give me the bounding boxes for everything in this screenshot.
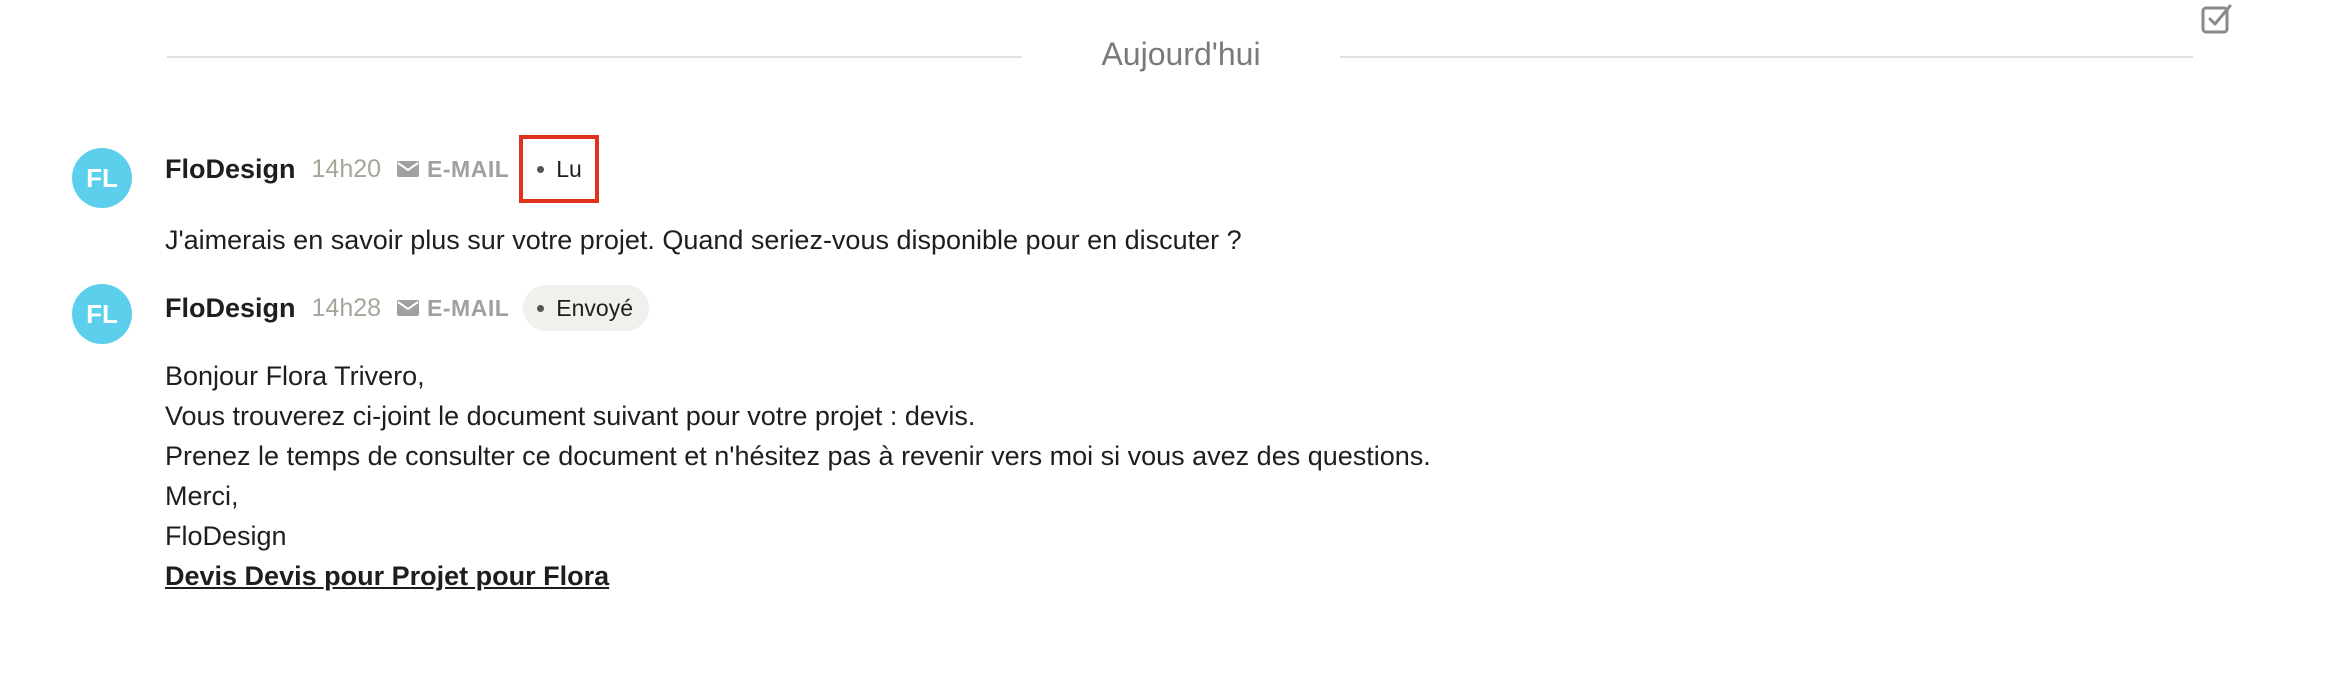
- message-line: Bonjour Flora Trivero,: [165, 361, 425, 391]
- status-text: Lu: [556, 155, 582, 182]
- date-divider: Aujourd'hui: [167, 28, 2193, 78]
- status-badge[interactable]: Envoyé: [523, 285, 649, 331]
- mail-icon: [397, 161, 420, 177]
- message-header: FloDesign 14h28 E-MAIL Envoyé: [165, 283, 649, 333]
- channel-label: E-MAIL: [397, 156, 509, 183]
- sender-name: FloDesign: [165, 153, 296, 184]
- message-time: 14h20: [311, 154, 382, 183]
- status-dot: [537, 304, 545, 312]
- message-time: 14h28: [311, 293, 382, 322]
- message-line: J'aimerais en savoir plus sur votre proj…: [165, 225, 1242, 255]
- message-header: FloDesign 14h20 E-MAIL Lu: [165, 135, 600, 203]
- divider-line-left: [167, 56, 1022, 58]
- sender-name: FloDesign: [165, 292, 296, 323]
- message-line: Merci,: [165, 481, 239, 511]
- status-badge[interactable]: Lu: [519, 135, 600, 203]
- message-line: Vous trouverez ci-joint le document suiv…: [165, 401, 976, 431]
- status-text: Envoyé: [556, 294, 633, 321]
- message-line: FloDesign: [165, 521, 287, 551]
- avatar: FL: [72, 148, 132, 208]
- avatar: FL: [72, 284, 132, 344]
- attachment-link[interactable]: Devis Devis pour Projet pour Flora: [165, 561, 609, 591]
- date-divider-label: Aujourd'hui: [1101, 36, 1261, 72]
- message-body: J'aimerais en savoir plus sur votre proj…: [165, 220, 1242, 260]
- message-body: Bonjour Flora Trivero, Vous trouverez ci…: [165, 356, 1431, 596]
- mail-icon: [397, 300, 420, 316]
- channel-text: E-MAIL: [427, 294, 510, 321]
- message-line: Prenez le temps de consulter ce document…: [165, 441, 1431, 471]
- channel-text: E-MAIL: [427, 155, 510, 182]
- status-dot: [537, 165, 545, 173]
- divider-line-right: [1340, 56, 2193, 58]
- checkbox-edit-icon[interactable]: [2200, 2, 2234, 36]
- channel-label: E-MAIL: [397, 295, 509, 322]
